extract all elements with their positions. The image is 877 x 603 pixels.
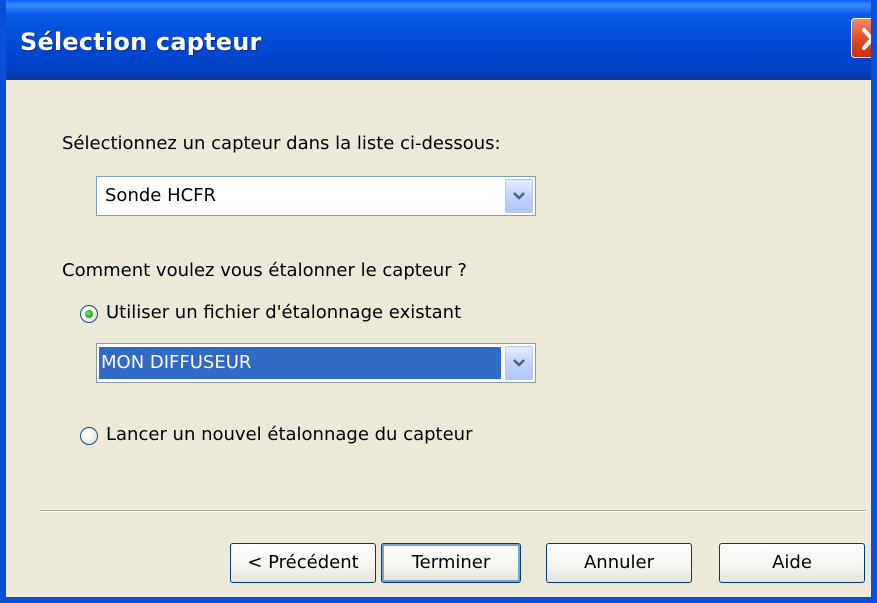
dialog-window: Sélection capteur Sélectionnez un capteu…: [0, 0, 877, 603]
sensor-dropdown-button[interactable]: [505, 179, 533, 213]
sensor-select[interactable]: Sonde HCFR: [96, 176, 536, 216]
previous-button[interactable]: < Précédent: [230, 543, 376, 583]
close-icon: [862, 28, 871, 50]
title-bar[interactable]: Sélection capteur: [6, 0, 871, 80]
cancel-button[interactable]: Annuler: [546, 543, 692, 583]
radio-new-calibration[interactable]: [80, 427, 98, 445]
calibration-file-dropdown-button[interactable]: [505, 346, 533, 380]
sensor-select-value: Sonde HCFR: [105, 185, 217, 206]
window-title: Sélection capteur: [20, 28, 262, 56]
finish-button[interactable]: Terminer: [381, 543, 521, 583]
calibration-prompt: Comment voulez vous étalonner le capteur…: [62, 260, 467, 281]
close-button[interactable]: [851, 18, 871, 58]
chevron-down-icon: [513, 192, 525, 200]
chevron-down-icon: [513, 359, 525, 367]
calibration-file-select[interactable]: MON DIFFUSEUR: [96, 343, 536, 383]
radio-existing-file[interactable]: [80, 305, 98, 323]
help-button[interactable]: Aide: [719, 543, 865, 583]
sensor-prompt: Sélectionnez un capteur dans la liste ci…: [62, 133, 501, 154]
separator: [40, 510, 866, 512]
calibration-file-value: MON DIFFUSEUR: [101, 352, 252, 373]
radio-new-calibration-label[interactable]: Lancer un nouvel étalonnage du capteur: [106, 424, 472, 445]
radio-existing-file-label[interactable]: Utiliser un fichier d'étalonnage existan…: [106, 302, 461, 323]
radio-selected-dot: [85, 310, 93, 318]
